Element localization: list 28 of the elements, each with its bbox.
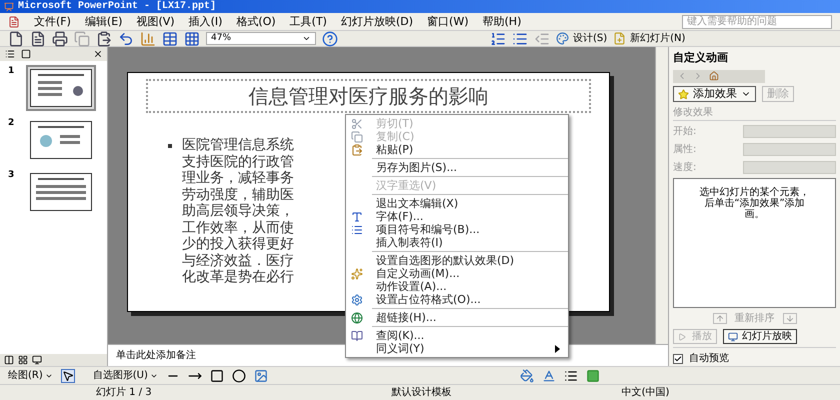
property-label: 开始: [673,125,698,140]
window-title: Microsoft PowerPoint - [LX17.ppt] [18,2,216,12]
body-text-line: 助高层领导决策， [182,203,294,220]
hint-text: 画。 [744,209,764,220]
slide-number: 2 [8,117,14,130]
reorder-label: 重新排序 [734,312,774,326]
body-text-line: 劳动强度，辅助医 [182,186,294,203]
body-text-line: 与经济效益．医疗 [182,252,294,269]
slide-number: 1 [8,65,14,78]
hint-text: 后单击“添加效果”添加 [704,198,805,210]
body-text-line: 工作效率，从而使 [182,220,294,236]
section-header: 修改效果 [673,105,836,122]
body-text-line: 医院管理信息系统 [182,137,294,154]
task-pane-title: 自定义动画 [673,50,729,66]
hint-text: 选中幻灯片的某个元素， [700,187,810,198]
body-text-line: 理业务，减轻事务 [182,170,294,186]
slide-number: 3 [8,169,14,182]
body-text-line: 少的投入获得更好 [182,236,294,252]
language: 中文(中国) [622,386,670,400]
property-label: 速度: [673,160,698,176]
design-template: 默认设计模板 [392,386,452,400]
body-text-line: 化改革是势在必行 [182,269,294,286]
notes-text: 单击此处添加备注 [116,348,196,363]
autopreview-label: 自动预览 [689,352,729,366]
body-text-line: 支持医院的行政管 [182,154,294,170]
property-label: 属性: [673,142,698,158]
slide-title: 信息管理对医疗服务的影响 [248,86,488,106]
slide-position: 幻灯片 1 / 3 [96,386,152,400]
